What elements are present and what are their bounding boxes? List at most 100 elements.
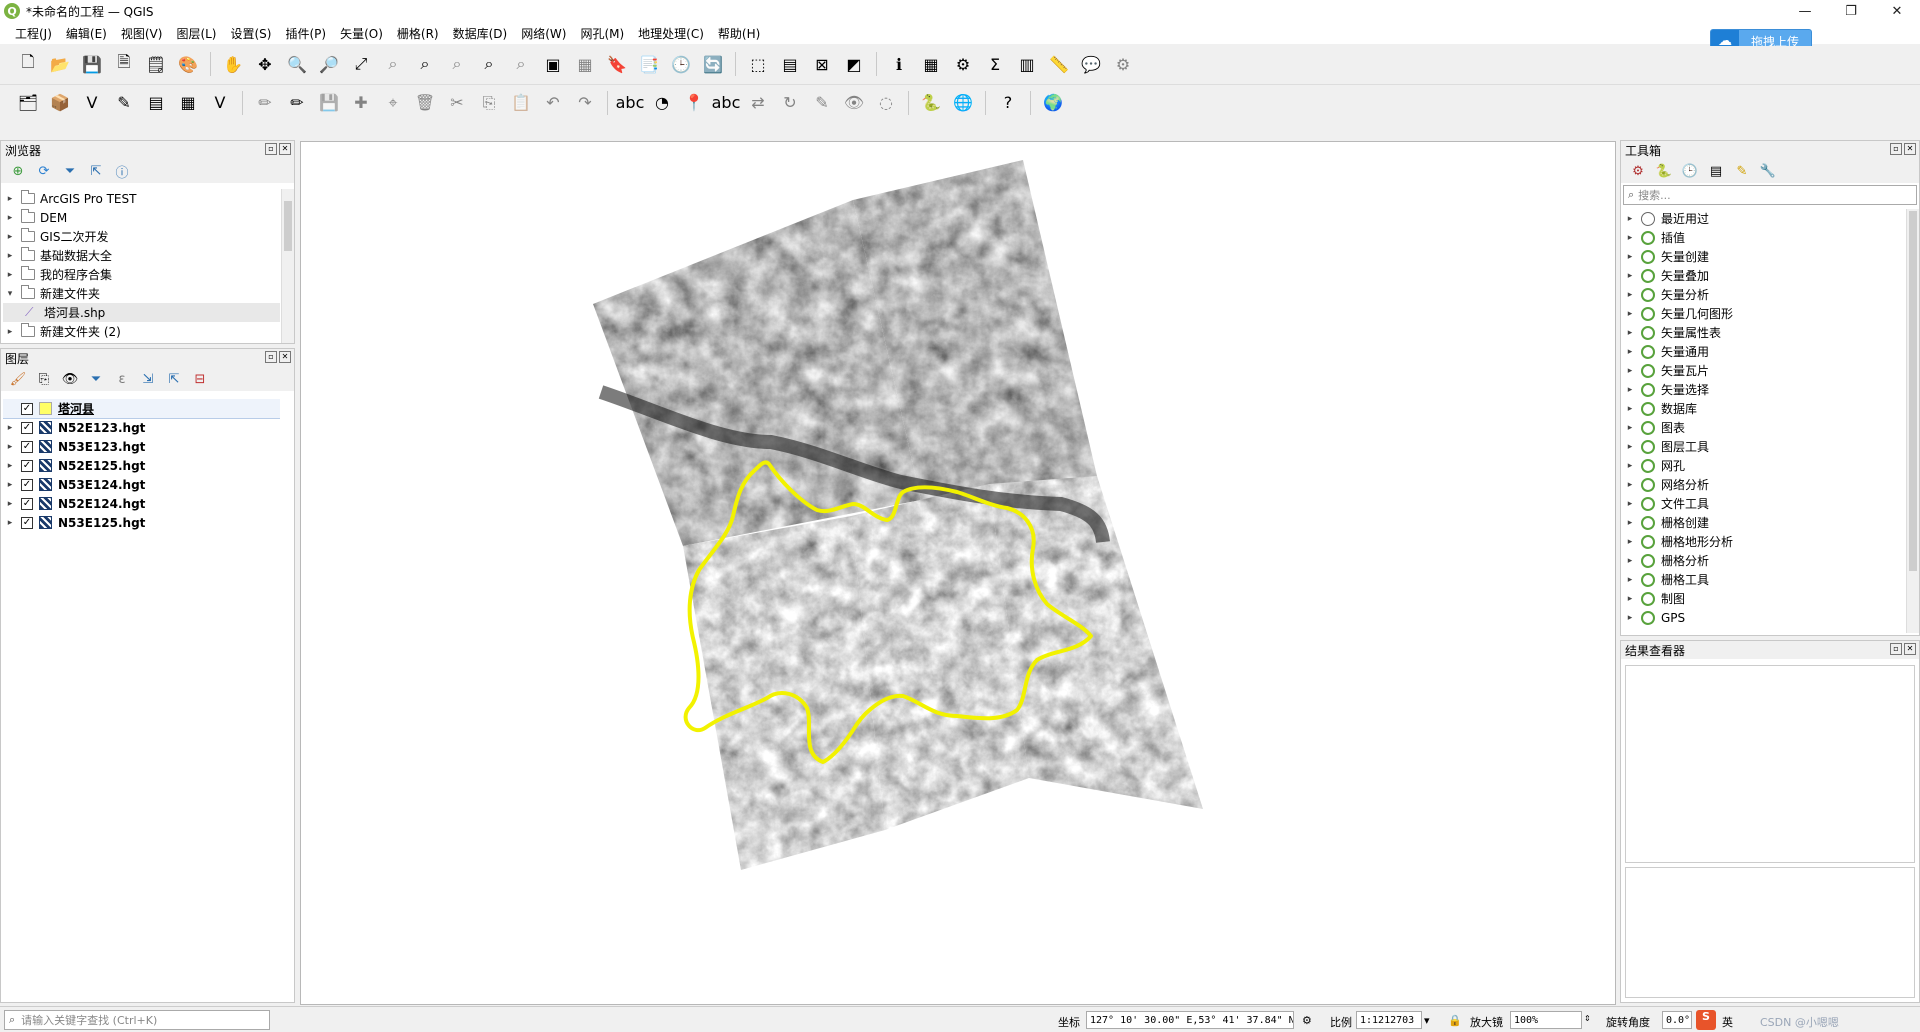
toolbox-group[interactable]: ▸ 数据库 bbox=[1623, 399, 1905, 418]
zoom-last-icon[interactable]: ⌕ bbox=[477, 52, 501, 76]
expand-arrow-icon[interactable]: ▸ bbox=[3, 213, 17, 223]
expand-arrow-icon[interactable]: ▸ bbox=[3, 194, 17, 204]
menu-item[interactable]: 设置(S) bbox=[224, 25, 279, 42]
zoom-native-icon[interactable]: ⌕ bbox=[445, 52, 469, 76]
expand-arrow-icon[interactable]: ▾ bbox=[3, 289, 17, 299]
sogou-ime-icon[interactable]: S bbox=[1696, 1010, 1716, 1030]
float-icon[interactable]: ▫ bbox=[265, 351, 277, 363]
toolbox-group[interactable]: ▸ 栅格创建 bbox=[1623, 513, 1905, 532]
new-temp-layer-icon[interactable]: ✎ bbox=[112, 91, 136, 115]
layer-visibility-checkbox[interactable]: ✓ bbox=[21, 459, 33, 472]
toolbox-group[interactable]: ▸ 矢量分析 bbox=[1623, 285, 1905, 304]
toolbox-group[interactable]: ▸ 图层工具 bbox=[1623, 437, 1905, 456]
expand-arrow-icon[interactable]: ▸ bbox=[1623, 271, 1637, 281]
menu-item[interactable]: 工程(J) bbox=[8, 25, 59, 42]
temporal-icon[interactable]: 🕒 bbox=[669, 52, 693, 76]
expand-arrow-icon[interactable]: ▸ bbox=[3, 499, 17, 509]
edit-features-icon[interactable]: ✎ bbox=[1732, 161, 1752, 181]
bookmark-icon[interactable]: 🔖 bbox=[605, 52, 629, 76]
filter-icon[interactable]: ⏷ bbox=[60, 161, 80, 181]
menu-item[interactable]: 编辑(E) bbox=[59, 25, 114, 42]
layer-item[interactable]: ▸ ✓ N53E124.hgt bbox=[3, 475, 280, 494]
save-project-icon[interactable]: 💾 bbox=[80, 52, 104, 76]
browser-item[interactable]: ▸ 我的程序合集 bbox=[3, 265, 280, 284]
expand-arrow-icon[interactable]: ▸ bbox=[1623, 518, 1637, 528]
expand-arrow-icon[interactable]: ▸ bbox=[3, 423, 17, 433]
layer-item[interactable]: ▸ ✓ N53E125.hgt bbox=[3, 513, 280, 532]
current-edits-icon[interactable]: ✏ bbox=[253, 91, 277, 115]
delete-selected-icon[interactable]: 🗑 bbox=[413, 91, 437, 115]
filter-expression-icon[interactable]: ε bbox=[112, 369, 132, 389]
expand-arrow-icon[interactable]: ▸ bbox=[3, 232, 17, 242]
save-edits-icon[interactable]: 💾 bbox=[317, 91, 341, 115]
toolbox-group[interactable]: ▸ 栅格工具 bbox=[1623, 570, 1905, 589]
layer-visibility-checkbox[interactable]: ✓ bbox=[21, 440, 33, 453]
menu-item[interactable]: 数据库(D) bbox=[446, 25, 515, 42]
new-3d-view-icon[interactable]: ▦ bbox=[573, 52, 597, 76]
expand-arrow-icon[interactable]: ▸ bbox=[1623, 309, 1637, 319]
expand-arrow-icon[interactable]: ▸ bbox=[1623, 461, 1637, 471]
toolbox-group[interactable]: ▸ 栅格地形分析 bbox=[1623, 532, 1905, 551]
statistics-icon[interactable]: Σ bbox=[983, 52, 1007, 76]
layer-item[interactable]: ✓ 塔河县 bbox=[3, 399, 280, 419]
expand-arrow-icon[interactable]: ▸ bbox=[3, 327, 17, 337]
help-icon[interactable]: ? bbox=[996, 91, 1020, 115]
expand-arrow-icon[interactable]: ▸ bbox=[1623, 423, 1637, 433]
expand-arrow-icon[interactable]: ▸ bbox=[3, 461, 17, 471]
filter-legend-icon[interactable]: ⏷ bbox=[86, 369, 106, 389]
undo-icon[interactable]: ↶ bbox=[541, 91, 565, 115]
globe-icon[interactable]: 🌐 bbox=[951, 91, 975, 115]
toolbox-group[interactable]: ▸ 矢量通用 bbox=[1623, 342, 1905, 361]
toolbox-group[interactable]: ▸ GPS bbox=[1623, 608, 1905, 627]
new-map-view-icon[interactable]: ▣ bbox=[541, 52, 565, 76]
expand-arrow-icon[interactable]: ▸ bbox=[1623, 328, 1637, 338]
menu-item[interactable]: 视图(V) bbox=[114, 25, 170, 42]
toolbox-group[interactable]: ▸ 插值 bbox=[1623, 228, 1905, 247]
vertex-tool-icon[interactable]: ⌖ bbox=[381, 91, 405, 115]
toolbox-group[interactable]: ▸ 矢量几何图形 bbox=[1623, 304, 1905, 323]
menu-item[interactable]: 地理处理(C) bbox=[631, 25, 711, 42]
copy-icon[interactable]: ⎘ bbox=[477, 91, 501, 115]
expand-arrow-icon[interactable]: ▸ bbox=[1623, 613, 1637, 623]
expand-arrow-icon[interactable]: ▸ bbox=[1623, 442, 1637, 452]
highlight-label-icon[interactable]: abc bbox=[712, 91, 741, 115]
expand-arrow-icon[interactable]: ▸ bbox=[1623, 233, 1637, 243]
layer-visibility-checkbox[interactable]: ✓ bbox=[21, 421, 33, 434]
layer-item[interactable]: ▸ ✓ N52E123.hgt bbox=[3, 418, 280, 437]
expand-arrow-icon[interactable]: ▸ bbox=[3, 480, 17, 490]
rotation-field[interactable]: 0.0° bbox=[1662, 1011, 1692, 1029]
toggle-editing-icon[interactable]: ✏ bbox=[285, 91, 309, 115]
browser-item[interactable]: ▸ GIS二次开发 bbox=[3, 227, 280, 246]
cut-icon[interactable]: ✂ bbox=[445, 91, 469, 115]
expand-arrow-icon[interactable]: ▸ bbox=[3, 518, 17, 528]
close-button[interactable]: ✕ bbox=[1874, 0, 1920, 22]
coordinate-field[interactable]: 127° 10' 30.00" E,53° 41' 37.84" N bbox=[1086, 1011, 1294, 1029]
new-shapefile-icon[interactable]: V bbox=[80, 91, 104, 115]
expand-arrow-icon[interactable]: ▸ bbox=[1623, 537, 1637, 547]
web-icon[interactable]: 🌍 bbox=[1041, 91, 1065, 115]
expand-arrow-icon[interactable]: ▸ bbox=[1623, 252, 1637, 262]
toolbox-group[interactable]: ▸ 网络分析 bbox=[1623, 475, 1905, 494]
float-icon[interactable]: ▫ bbox=[265, 143, 277, 155]
menu-item[interactable]: 图层(L) bbox=[169, 25, 223, 42]
ime-language-label[interactable]: 英 bbox=[1722, 1014, 1733, 1030]
expand-arrow-icon[interactable]: ▸ bbox=[1623, 214, 1637, 224]
add-group-icon[interactable]: ⎘ bbox=[34, 369, 54, 389]
mesh-icon[interactable]: ▦ bbox=[176, 91, 200, 115]
toolbox-group[interactable]: ▸ 文件工具 bbox=[1623, 494, 1905, 513]
save-as-icon[interactable]: 🗎 bbox=[112, 52, 136, 76]
toolbox-group[interactable]: ▸ 制图 bbox=[1623, 589, 1905, 608]
diagram-icon[interactable]: ◔ bbox=[650, 91, 674, 115]
expand-arrow-icon[interactable]: ▸ bbox=[1623, 575, 1637, 585]
expand-arrow-icon[interactable]: ▸ bbox=[1623, 290, 1637, 300]
select-location-icon[interactable]: ◩ bbox=[842, 52, 866, 76]
scale-field[interactable]: 1:1212703 bbox=[1356, 1011, 1422, 1029]
annotation-icon[interactable]: 💬 bbox=[1079, 52, 1103, 76]
expand-arrow-icon[interactable]: ▸ bbox=[3, 270, 17, 280]
hide-label-icon[interactable]: ◌ bbox=[874, 91, 898, 115]
layout-icon[interactable]: 🗒 bbox=[144, 52, 168, 76]
expand-all-icon[interactable]: ⇲ bbox=[138, 369, 158, 389]
refresh-icon[interactable]: ⟳ bbox=[34, 161, 54, 181]
browser-item[interactable]: ▸ 基础数据大全 bbox=[3, 246, 280, 265]
toolbox-group[interactable]: ▸ 网孔 bbox=[1623, 456, 1905, 475]
